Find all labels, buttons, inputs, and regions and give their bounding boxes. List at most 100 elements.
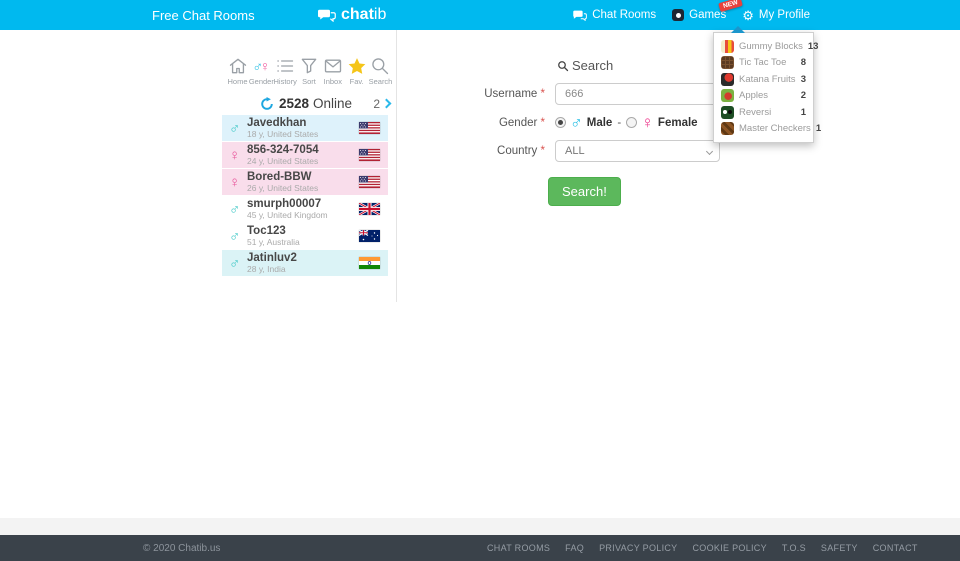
male-radio[interactable]: [555, 117, 566, 128]
search-form-title-text: Search: [572, 58, 613, 73]
new-badge: NEW: [718, 0, 743, 12]
tool-search[interactable]: Search: [369, 56, 392, 86]
menu-item-master-checkers[interactable]: Master Checkers 1: [714, 121, 813, 138]
user-row[interactable]: ♂ Javedkhan 18 y, United States: [222, 115, 388, 141]
required-asterisk: *: [541, 145, 545, 157]
sort-icon: [299, 56, 319, 76]
copyright-text: © 2020 Chatib.us: [143, 535, 220, 561]
nav-chat-rooms[interactable]: Chat Rooms: [572, 9, 656, 21]
online-users-list: ♂ Javedkhan 18 y, United States ♀ 856-32…: [222, 115, 388, 276]
tool-label: Home: [227, 77, 247, 86]
male-icon: ♂: [229, 121, 247, 136]
gender-options: ♂ Male - ♀ Female: [555, 114, 698, 131]
required-asterisk: *: [541, 88, 545, 100]
footer-link-privacy-policy[interactable]: PRIVACY POLICY: [599, 543, 677, 553]
page-number: 2: [373, 97, 380, 111]
game-count: 2: [801, 90, 806, 101]
gender-row: Gender * ♂ Male - ♀ Female: [480, 114, 730, 131]
country-select[interactable]: ALL: [555, 140, 720, 162]
reversi-icon: [721, 106, 734, 119]
next-page-control[interactable]: 2: [373, 97, 390, 111]
flag-uk-icon: [359, 203, 380, 215]
user-row[interactable]: ♀ 856-324-7054 24 y, United States: [222, 142, 388, 168]
flag-in-icon: [359, 257, 380, 269]
female-icon: ♀: [229, 175, 247, 190]
gender-separator: -: [617, 117, 621, 129]
free-chat-rooms-link[interactable]: Free Chat Rooms: [152, 0, 255, 30]
menu-item-reversi[interactable]: Reversi 1: [714, 104, 813, 121]
game-count: 8: [801, 57, 806, 68]
flag-us-icon: [359, 149, 380, 161]
menu-item-apples[interactable]: Apples 2: [714, 88, 813, 105]
user-name: Jatinluv2: [247, 252, 297, 265]
tool-inbox[interactable]: Inbox: [321, 56, 344, 86]
user-row[interactable]: ♂ Toc123 51 y, Australia: [222, 223, 388, 249]
username-input[interactable]: [555, 83, 720, 105]
logo-text-light: ib: [374, 6, 386, 23]
footer-links: CHAT ROOMS FAQ PRIVACY POLICY COOKIE POL…: [487, 535, 918, 561]
tool-label: History: [273, 77, 296, 86]
chatib-logo[interactable]: chatib: [318, 0, 386, 30]
footer-link-safety[interactable]: SAFETY: [821, 543, 858, 553]
user-row[interactable]: ♂ Jatinluv2 28 y, India: [222, 250, 388, 276]
tool-sort[interactable]: Sort: [297, 56, 320, 86]
sidebar-toolbar: Home ♂♀ Gender History Sort Inbox: [222, 56, 396, 86]
apples-icon: [721, 89, 734, 102]
menu-item-katana-fruits[interactable]: Katana Fruits 3: [714, 71, 813, 88]
online-count: 2528: [279, 96, 309, 111]
nav-my-profile[interactable]: ⚙ My Profile: [742, 9, 810, 22]
search-form-title: Search: [557, 58, 730, 73]
menu-item-gummy-blocks[interactable]: Gummy Blocks 13: [714, 38, 813, 55]
tic-tac-toe-icon: [721, 56, 734, 69]
search-icon: [557, 60, 569, 72]
games-dropdown: Gummy Blocks 13 Tic Tac Toe 8 Katana Fru…: [713, 32, 814, 143]
nav-games[interactable]: Games NEW: [672, 9, 726, 21]
search-icon: [370, 56, 390, 76]
required-asterisk: *: [541, 117, 545, 129]
user-meta: 26 y, United States: [247, 184, 318, 193]
gummy-blocks-icon: [721, 40, 734, 53]
male-icon: ♂: [229, 229, 247, 244]
user-row[interactable]: ♀ Bored-BBW 26 y, United States: [222, 169, 388, 195]
footer-link-cookie-policy[interactable]: COOKIE POLICY: [692, 543, 766, 553]
search-submit-button[interactable]: Search!: [548, 177, 621, 206]
top-navigation: Chat Rooms Games NEW ⚙ My Profile: [572, 0, 810, 30]
tool-label: Search: [369, 77, 393, 86]
games-icon: [672, 9, 684, 21]
game-count: 1: [801, 107, 806, 118]
tool-label: Inbox: [324, 77, 342, 86]
chevron-down-icon: [706, 148, 713, 155]
gender-label: Gender *: [480, 117, 545, 129]
user-meta: 24 y, United States: [247, 157, 319, 166]
online-counter-row: 2528 Online 2: [260, 96, 390, 111]
katana-fruits-icon: [721, 73, 734, 86]
username-row: Username *: [480, 83, 730, 105]
tool-label: Gender: [249, 77, 274, 86]
refresh-icon[interactable]: [260, 97, 274, 111]
footer-link-faq[interactable]: FAQ: [565, 543, 584, 553]
game-name: Apples: [739, 90, 796, 101]
tool-favorites[interactable]: Fav.: [345, 56, 368, 86]
menu-item-tic-tac-toe[interactable]: Tic Tac Toe 8: [714, 55, 813, 72]
gender-icon: ♂♀: [252, 56, 270, 76]
user-meta: 28 y, India: [247, 265, 297, 274]
user-meta: 51 y, Australia: [247, 238, 300, 247]
footer-link-chat-rooms[interactable]: CHAT ROOMS: [487, 543, 550, 553]
nav-my-profile-label: My Profile: [759, 9, 810, 21]
female-radio[interactable]: [626, 117, 637, 128]
user-row[interactable]: ♂ smurph00007 45 y, United Kingdom: [222, 196, 388, 222]
user-meta: 18 y, United States: [247, 130, 318, 139]
tool-gender[interactable]: ♂♀ Gender: [250, 56, 273, 86]
tool-home[interactable]: Home: [226, 56, 249, 86]
game-count: 13: [808, 41, 819, 52]
username-label: Username *: [480, 88, 545, 100]
online-label: Online: [313, 96, 352, 111]
tool-history[interactable]: History: [274, 56, 297, 86]
footer-link-tos[interactable]: T.O.S: [782, 543, 806, 553]
user-name: 856-324-7054: [247, 144, 319, 157]
gear-icon: ⚙: [742, 9, 754, 22]
home-icon: [228, 56, 248, 76]
footer-link-contact[interactable]: CONTACT: [873, 543, 918, 553]
game-name: Katana Fruits: [739, 74, 796, 85]
female-icon: ♀: [229, 148, 247, 163]
